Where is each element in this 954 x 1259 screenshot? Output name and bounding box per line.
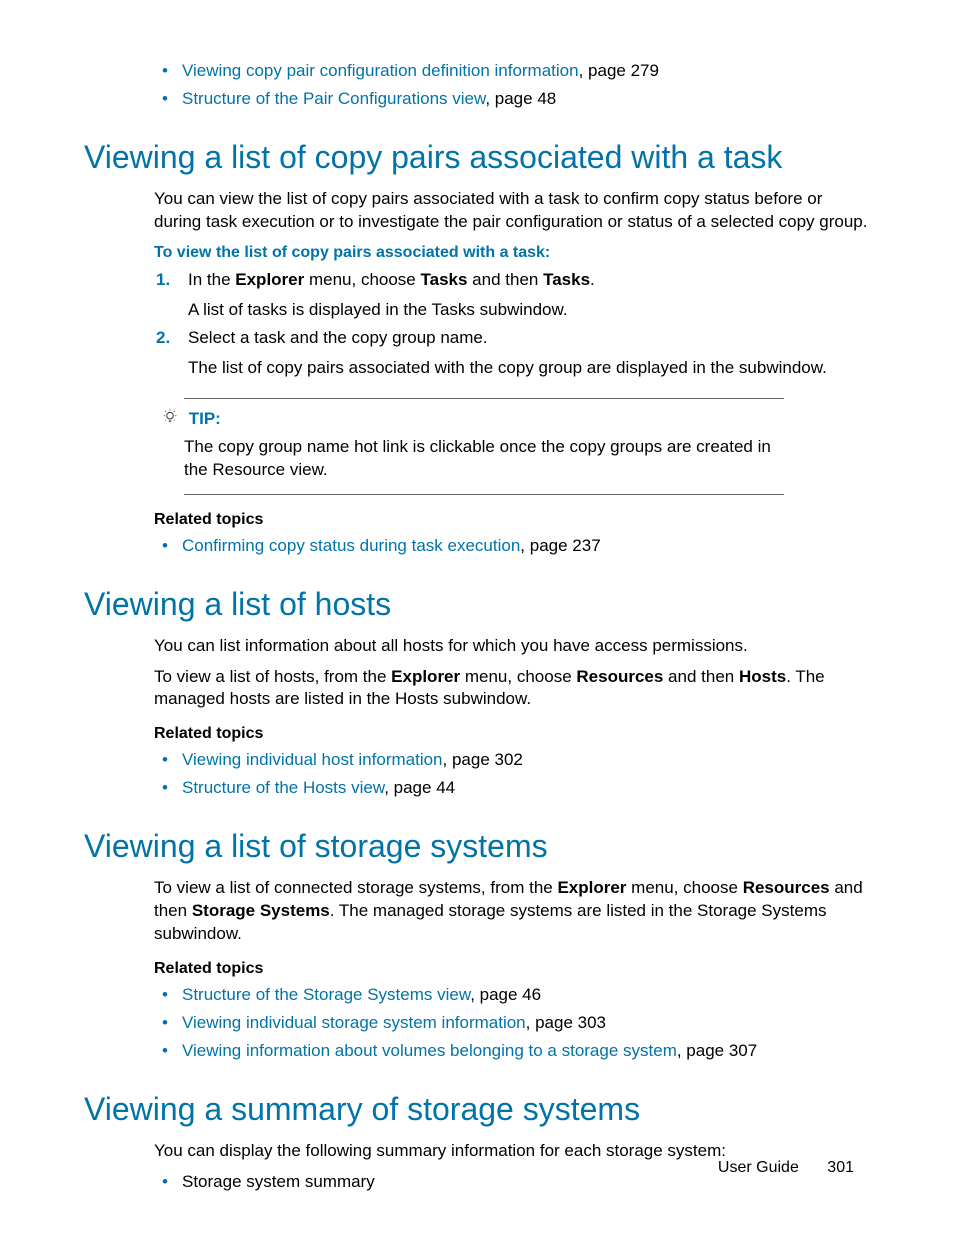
tip-callout: TIP: The copy group name hot link is cli… [184, 398, 784, 495]
divider [184, 494, 784, 495]
xref-link[interactable]: Structure of the Storage Systems view [182, 985, 470, 1004]
page-ref: , page 48 [485, 89, 556, 108]
footer-label: User Guide [718, 1159, 799, 1176]
related-topics-list: Viewing individual host information, pag… [154, 749, 870, 800]
document-page: Viewing copy pair configuration definiti… [0, 0, 954, 1259]
page-number: 301 [827, 1159, 854, 1176]
list-item: Structure of the Pair Configurations vie… [154, 88, 870, 111]
xref-link[interactable]: Structure of the Hosts view [182, 778, 384, 797]
tip-label: TIP: [189, 409, 221, 428]
list-item: Structure of the Hosts view, page 44 [154, 777, 870, 800]
page-ref: , page 307 [677, 1041, 757, 1060]
step-text: Select a task and the copy group name. [188, 328, 488, 347]
page-ref: , page 46 [470, 985, 541, 1004]
tip-header: TIP: [184, 409, 784, 430]
related-topics-heading: Related topics [154, 511, 870, 529]
procedure-heading: To view the list of copy pairs associate… [154, 244, 870, 262]
related-topics-heading: Related topics [154, 725, 870, 743]
list-item: Viewing information about volumes belong… [154, 1040, 870, 1063]
page-ref: , page 302 [443, 750, 523, 769]
xref-link[interactable]: Viewing individual storage system inform… [182, 1013, 526, 1032]
section-heading-storage-summary: Viewing a summary of storage systems [84, 1091, 870, 1128]
paragraph: To view a list of connected storage syst… [154, 877, 870, 946]
tip-body: The copy group name hot link is clickabl… [184, 436, 784, 482]
step-2: Select a task and the copy group name. T… [154, 328, 870, 378]
list-item: Viewing individual storage system inform… [154, 1012, 870, 1035]
page-ref: , page 279 [579, 61, 659, 80]
paragraph: To view a list of hosts, from the Explor… [154, 666, 870, 712]
related-topics-list: Confirming copy status during task execu… [154, 535, 870, 558]
page-ref: , page 237 [520, 536, 600, 555]
section-heading-hosts: Viewing a list of hosts [84, 586, 870, 623]
list-item: Confirming copy status during task execu… [154, 535, 870, 558]
page-ref: , page 44 [384, 778, 455, 797]
xref-link[interactable]: Viewing information about volumes belong… [182, 1041, 677, 1060]
top-related-list: Viewing copy pair configuration definiti… [154, 60, 870, 111]
xref-link[interactable]: Viewing individual host information [182, 750, 443, 769]
list-item: Viewing individual host information, pag… [154, 749, 870, 772]
list-item: Viewing copy pair configuration definiti… [154, 60, 870, 83]
paragraph: You can view the list of copy pairs asso… [154, 188, 870, 234]
paragraph: You can list information about all hosts… [154, 635, 870, 658]
list-item: Structure of the Storage Systems view, p… [154, 984, 870, 1007]
xref-link[interactable]: Viewing copy pair configuration definiti… [182, 61, 579, 80]
step-result: A list of tasks is displayed in the Task… [188, 300, 870, 320]
page-footer: User Guide 301 [718, 1159, 854, 1177]
section-heading-storage-list: Viewing a list of storage systems [84, 828, 870, 865]
divider [184, 398, 784, 399]
step-result: The list of copy pairs associated with t… [188, 358, 870, 378]
tip-lightbulb-icon [162, 409, 180, 430]
related-topics-list: Structure of the Storage Systems view, p… [154, 984, 870, 1063]
step-1: In the Explorer menu, choose Tasks and t… [154, 270, 870, 320]
step-text: In the Explorer menu, choose Tasks and t… [188, 270, 595, 289]
xref-link[interactable]: Structure of the Pair Configurations vie… [182, 89, 485, 108]
section-heading-copy-pairs-task: Viewing a list of copy pairs associated … [84, 139, 870, 176]
bullet-text: Storage system summary [182, 1172, 375, 1191]
xref-link[interactable]: Confirming copy status during task execu… [182, 536, 520, 555]
page-ref: , page 303 [526, 1013, 606, 1032]
procedure-steps: In the Explorer menu, choose Tasks and t… [154, 270, 870, 378]
related-topics-heading: Related topics [154, 960, 870, 978]
